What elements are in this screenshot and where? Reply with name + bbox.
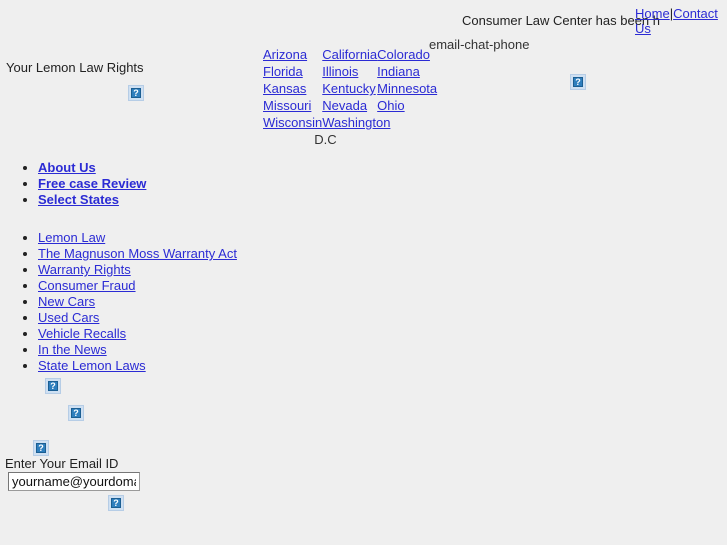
newsletter-label: Enter Your Email ID	[5, 456, 119, 471]
broken-image-icon[interactable]	[570, 74, 586, 90]
link-vehicle-recalls[interactable]: Vehicle Recalls	[38, 326, 126, 341]
link-consumer-fraud[interactable]: Consumer Fraud	[38, 278, 136, 293]
nav-link-home[interactable]: Home	[635, 6, 670, 21]
state-link-washington-dc-suffix: D.C	[314, 132, 337, 147]
state-links-grid: Arizona California Colorado Florida Illi…	[263, 47, 437, 147]
state-link-kansas[interactable]: Kansas	[263, 81, 306, 96]
state-cell: Ohio	[377, 98, 437, 115]
state-link-florida[interactable]: Florida	[263, 64, 303, 79]
broken-image-icon[interactable]	[128, 85, 144, 101]
broken-image-icon[interactable]	[33, 440, 49, 456]
state-cell: Washington	[322, 115, 437, 132]
link-select-states[interactable]: Select States	[38, 192, 119, 207]
table-row: Florida Illinois Indiana	[263, 64, 437, 81]
page-title: Your Lemon Law Rights	[6, 60, 144, 75]
primary-link-list: About Us Free case Review Select States	[0, 160, 146, 208]
state-links-table: Arizona California Colorado Florida Illi…	[263, 47, 437, 132]
table-row: Wisconsin Washington	[263, 115, 437, 132]
site-tagline: Consumer Law Center has been h	[462, 13, 661, 28]
link-magnuson-moss-warranty-act[interactable]: The Magnuson Moss Warranty Act	[38, 246, 237, 261]
link-in-the-news[interactable]: In the News	[38, 342, 107, 357]
state-cell: Minnesota	[377, 81, 437, 98]
email-field[interactable]	[8, 472, 140, 491]
state-cell: Illinois	[322, 64, 377, 81]
list-item: The Magnuson Moss Warranty Act	[38, 246, 237, 262]
table-row: Kansas Kentucky Minnesota	[263, 81, 437, 98]
link-about-us[interactable]: About Us	[38, 160, 96, 175]
table-row: Arizona California Colorado	[263, 47, 437, 64]
link-used-cars[interactable]: Used Cars	[38, 310, 99, 325]
list-item: About Us	[38, 160, 146, 176]
table-row: Missouri Nevada Ohio	[263, 98, 437, 115]
list-item: Used Cars	[38, 310, 237, 326]
state-link-wisconsin[interactable]: Wisconsin	[263, 115, 322, 130]
top-navigation: Home|Contact Us	[635, 6, 727, 36]
contact-modes-text: email-chat-phone	[429, 37, 530, 52]
state-link-nevada[interactable]: Nevada	[322, 98, 367, 113]
state-link-washington-dc[interactable]: Washington	[322, 115, 390, 130]
top-bar: Consumer Law Center has been h Home|Cont…	[0, 0, 727, 40]
state-link-colorado[interactable]: Colorado	[377, 47, 430, 62]
list-item: Free case Review	[38, 176, 146, 192]
state-link-ohio[interactable]: Ohio	[377, 98, 404, 113]
list-item: Vehicle Recalls	[38, 326, 237, 342]
state-link-missouri[interactable]: Missouri	[263, 98, 311, 113]
list-item: In the News	[38, 342, 237, 358]
state-link-illinois[interactable]: Illinois	[322, 64, 358, 79]
link-lemon-law[interactable]: Lemon Law	[38, 230, 105, 245]
list-item: Consumer Fraud	[38, 278, 237, 294]
list-item: State Lemon Laws	[38, 358, 237, 374]
state-cell: Nevada	[322, 98, 377, 115]
state-cell: Colorado	[377, 47, 437, 64]
secondary-link-list: Lemon Law The Magnuson Moss Warranty Act…	[0, 230, 237, 374]
broken-image-icon[interactable]	[68, 405, 84, 421]
state-cell: Kentucky	[322, 81, 377, 98]
state-cell: Florida	[263, 64, 322, 81]
state-cell: Kansas	[263, 81, 322, 98]
state-cell: Arizona	[263, 47, 322, 64]
link-new-cars[interactable]: New Cars	[38, 294, 95, 309]
link-state-lemon-laws[interactable]: State Lemon Laws	[38, 358, 146, 373]
state-link-kentucky[interactable]: Kentucky	[322, 81, 375, 96]
broken-image-icon[interactable]	[45, 378, 61, 394]
state-link-indiana[interactable]: Indiana	[377, 64, 420, 79]
state-cell: Missouri	[263, 98, 322, 115]
state-link-minnesota[interactable]: Minnesota	[377, 81, 437, 96]
list-item: Select States	[38, 192, 146, 208]
state-cell: Indiana	[377, 64, 437, 81]
state-link-california[interactable]: California	[322, 47, 377, 62]
state-link-arizona[interactable]: Arizona	[263, 47, 307, 62]
broken-image-icon[interactable]	[108, 495, 124, 511]
link-warranty-rights[interactable]: Warranty Rights	[38, 262, 131, 277]
link-free-case-review[interactable]: Free case Review	[38, 176, 146, 191]
list-item: Warranty Rights	[38, 262, 237, 278]
list-item: Lemon Law	[38, 230, 237, 246]
state-cell: California	[322, 47, 377, 64]
state-cell: Wisconsin	[263, 115, 322, 132]
list-item: New Cars	[38, 294, 237, 310]
